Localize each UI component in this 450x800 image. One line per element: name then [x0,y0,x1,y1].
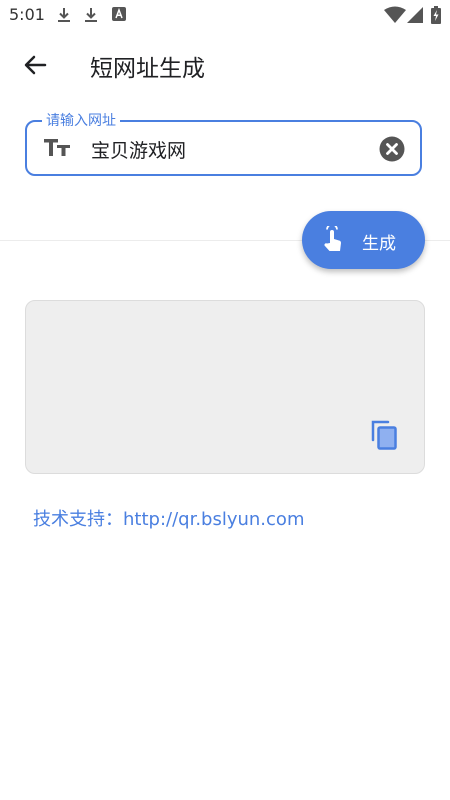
wifi-icon [384,6,406,23]
status-time: 5:01 [9,5,45,24]
page-title: 短网址生成 [90,56,205,82]
touch-icon [324,226,342,251]
generate-button-label: 生成 [362,234,396,254]
text-size-icon [44,139,70,156]
download-icon [85,8,97,22]
clear-icon[interactable] [379,136,405,162]
app-bar: 短网址生成 [0,30,450,102]
battery-charging-icon [431,6,441,24]
signal-icon [407,7,423,23]
back-arrow-icon[interactable] [20,50,50,80]
download-icon [58,8,70,22]
generate-button[interactable]: 生成 [302,211,425,269]
tech-support-link[interactable]: 技术支持：http://qr.bslyun.com [33,505,304,531]
font-a-icon [112,7,126,21]
url-input-field[interactable]: 请输入网址 宝贝游戏网 [25,112,422,176]
status-bar: 5:01 [0,0,450,30]
result-card [25,300,425,474]
url-input-value[interactable]: 宝贝游戏网 [91,136,186,163]
copy-icon[interactable] [370,419,400,451]
url-input-label: 请输入网址 [42,112,120,130]
